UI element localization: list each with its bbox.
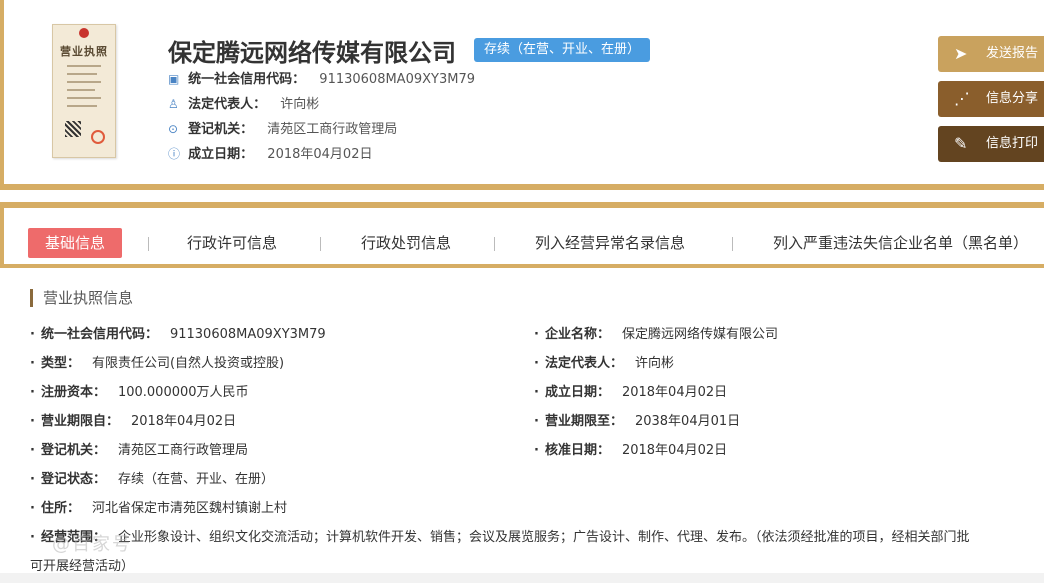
detail-registration-authority: · 登记机关： 清苑区工商行政管理局 bbox=[30, 443, 248, 458]
detail-established-date: · 成立日期： 2018年04月02日 bbox=[534, 385, 728, 400]
id-card-icon: ▣ bbox=[168, 72, 180, 86]
paper-plane-icon: ➤ bbox=[954, 44, 968, 63]
summary-credit-code: ▣ 统一社会信用代码： 91130608MA09XY3M79 bbox=[168, 69, 475, 89]
official-seal-icon bbox=[91, 130, 105, 144]
summary-established-date: ⓘ 成立日期： 2018年04月02日 bbox=[168, 144, 372, 164]
detail-business-scope: · 经营范围： 企业形象设计、组织文化交流活动；计算机软件开发、销售；会议及展览服务… bbox=[30, 530, 970, 545]
detail-registered-capital: · 注册资本： 100.000000万人民币 bbox=[30, 385, 249, 400]
qr-code-icon bbox=[65, 121, 81, 137]
print-info-button[interactable]: ✎ 信息打印 bbox=[938, 126, 1044, 162]
status-badge: 存续（在营、开业、在册） bbox=[474, 38, 651, 62]
send-report-button[interactable]: ➤ 发送报告 bbox=[938, 36, 1044, 72]
tab-divider bbox=[494, 237, 495, 251]
tab-blacklist[interactable]: 列入严重违法失信企业名单（黑名单） bbox=[773, 228, 1028, 258]
pencil-icon: ✎ bbox=[954, 134, 968, 153]
location-pin-icon: ⊙ bbox=[168, 122, 179, 136]
watermark: @百家号 bbox=[52, 534, 132, 555]
company-header-card: 营业执照 保定腾远网络传媒有限公司 存续（在营、开业、在册） ▣ 统一社会信用代… bbox=[0, 0, 1044, 190]
national-emblem-icon bbox=[79, 28, 89, 38]
detail-company-name: · 企业名称： 保定腾远网络传媒有限公司 bbox=[534, 327, 778, 342]
tab-bar: 基础信息 行政许可信息 行政处罚信息 列入经营异常名录信息 列入严重违法失信企业… bbox=[0, 202, 1044, 268]
tab-basic-info[interactable]: 基础信息 bbox=[28, 228, 123, 258]
license-title: 营业执照 bbox=[60, 45, 108, 58]
share-icon: ⋰ bbox=[954, 89, 970, 108]
detail-type: · 类型： 有限责任公司(自然人投资或控股) bbox=[30, 356, 285, 371]
summary-registration-authority: ⊙ 登记机关： 清苑区工商行政管理局 bbox=[168, 119, 397, 139]
tab-admin-penalty[interactable]: 行政处罚信息 bbox=[361, 228, 451, 258]
detail-address: · 住所： 河北省保定市清苑区魏村镇谢上村 bbox=[30, 501, 287, 516]
detail-registration-status: · 登记状态： 存续（在营、开业、在册） bbox=[30, 472, 274, 487]
detail-term-from: · 营业期限自： 2018年04月02日 bbox=[30, 414, 237, 429]
detail-credit-code: · 统一社会信用代码： 91130608MA09XY3M79 bbox=[30, 327, 326, 342]
detail-term-to: · 营业期限至： 2038年04月01日 bbox=[534, 414, 741, 429]
tab-divider bbox=[732, 237, 733, 251]
person-icon: ♙ bbox=[168, 97, 179, 111]
info-icon: ⓘ bbox=[168, 147, 181, 161]
tab-divider bbox=[320, 237, 321, 251]
share-info-button[interactable]: ⋰ 信息分享 bbox=[938, 81, 1044, 117]
company-name: 保定腾远网络传媒有限公司 bbox=[168, 39, 456, 67]
tab-admin-license[interactable]: 行政许可信息 bbox=[187, 228, 277, 258]
tab-divider bbox=[148, 237, 149, 251]
section-title: 营业执照信息 bbox=[30, 289, 133, 307]
detail-legal-rep: · 法定代表人： 许向彬 bbox=[534, 356, 674, 371]
detail-approval-date: · 核准日期： 2018年04月02日 bbox=[534, 443, 728, 458]
business-scope-continuation: 可开展经营活动） bbox=[30, 559, 135, 574]
summary-legal-rep: ♙ 法定代表人： 许向彬 bbox=[168, 94, 319, 114]
business-license-thumbnail[interactable]: 营业执照 bbox=[52, 24, 116, 158]
tab-abnormal-operation[interactable]: 列入经营异常名录信息 bbox=[535, 228, 685, 258]
